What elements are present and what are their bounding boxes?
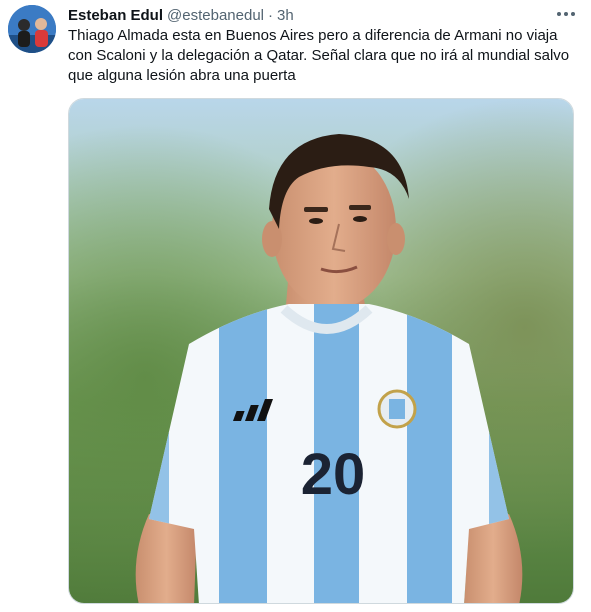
tweet-card[interactable]: Esteban Edul @estebanedul · 3h Thiago Al…: [0, 0, 591, 612]
author-avatar[interactable]: [8, 5, 56, 53]
author-name[interactable]: Esteban Edul: [68, 7, 163, 24]
tweet-timestamp[interactable]: 3h: [277, 7, 294, 24]
tweet-media-photo[interactable]: 20: [68, 98, 574, 604]
tweet-header: Esteban Edul @estebanedul · 3h: [68, 5, 294, 25]
afa-crest: [377, 389, 417, 429]
more-options-button[interactable]: [553, 3, 579, 25]
more-dots-icon: [557, 12, 575, 16]
tweet-text: Thiago Almada esta en Buenos Aires pero …: [68, 27, 570, 84]
author-handle[interactable]: @estebanedul: [167, 7, 264, 24]
separator-dot: ·: [268, 6, 273, 24]
player-photo: 20: [69, 99, 573, 603]
jersey-number: 20: [301, 442, 366, 507]
